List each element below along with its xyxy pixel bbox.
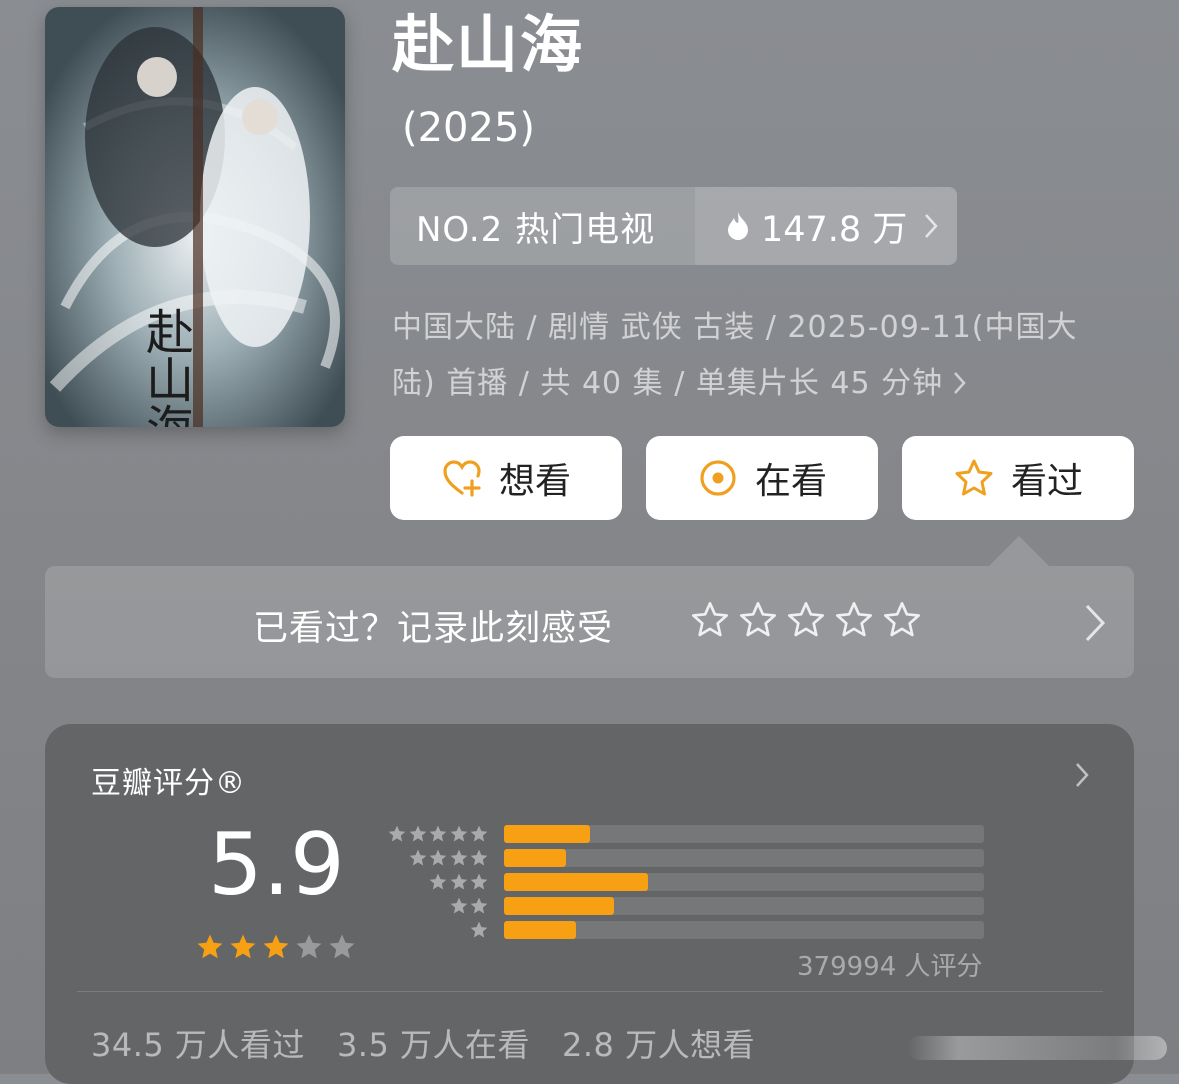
record-prompt: 已看过？记录此刻感受 bbox=[253, 609, 614, 649]
star-outline-icon[interactable] bbox=[834, 600, 874, 640]
star-small-icon bbox=[470, 921, 488, 938]
star-small-icon bbox=[450, 873, 467, 890]
dist-bar bbox=[504, 825, 591, 843]
meta-line-2: 陆) 首播 / 共 40 集 / 单集片长 45 分钟 bbox=[392, 356, 1112, 412]
star-filled-icon bbox=[230, 934, 256, 959]
star-outline-icon bbox=[955, 459, 993, 496]
dist-track bbox=[504, 897, 984, 915]
watching-button[interactable]: 在看 bbox=[646, 436, 878, 520]
rating-dist-row bbox=[385, 872, 985, 892]
star-small-icon bbox=[450, 849, 467, 866]
star-outline-icon[interactable] bbox=[690, 600, 730, 640]
record-feeling-panel[interactable]: 已看过？记录此刻感受 bbox=[45, 566, 1134, 678]
star-small-icon bbox=[450, 897, 467, 914]
watching-label: 在看 bbox=[754, 461, 827, 502]
chevron-right-icon bbox=[954, 372, 966, 394]
star-outline-icon[interactable] bbox=[738, 600, 778, 640]
star-small-icon bbox=[470, 897, 488, 914]
chevron-right-icon[interactable] bbox=[1074, 761, 1090, 789]
divider bbox=[77, 991, 1103, 992]
show-meta[interactable]: 中国大陆 / 剧情 武侠 古装 / 2025-09-11(中国大 陆) 首播 /… bbox=[392, 300, 1112, 412]
rating-header: 豆瓣评分® bbox=[91, 766, 246, 801]
star-small-icon bbox=[450, 825, 467, 842]
rating-dist-row bbox=[385, 896, 985, 916]
star-small-icon bbox=[409, 849, 426, 866]
audience-stats[interactable]: 34.5 万人看过 3.5 万人在看 2.8 万人想看 bbox=[91, 1020, 787, 1066]
dist-track bbox=[504, 921, 984, 939]
dist-bar bbox=[504, 921, 576, 939]
star-small-icon bbox=[409, 825, 426, 842]
popover-pointer bbox=[989, 536, 1049, 566]
meta-line-1: 中国大陆 / 剧情 武侠 古装 / 2025-09-11(中国大 bbox=[392, 310, 1078, 345]
dist-stars bbox=[387, 824, 490, 844]
flame-icon bbox=[728, 212, 748, 240]
poster-image[interactable]: 赴山海 bbox=[45, 7, 345, 427]
star-small-icon bbox=[388, 825, 406, 842]
rating-dist-row bbox=[385, 920, 985, 940]
chevron-right-icon[interactable] bbox=[1084, 603, 1106, 643]
dist-stars bbox=[448, 896, 489, 916]
stat-watched[interactable]: 34.5 万人看过 bbox=[91, 1020, 305, 1066]
star-empty-icon bbox=[296, 934, 322, 959]
chevron-right-icon bbox=[925, 214, 939, 238]
score-stars bbox=[195, 932, 360, 962]
want-button[interactable]: 想看 bbox=[390, 436, 622, 520]
stat-want[interactable]: 2.8 万人想看 bbox=[562, 1020, 755, 1066]
rating-score: 5.9 bbox=[208, 815, 345, 915]
dist-track bbox=[504, 873, 984, 891]
dist-stars bbox=[428, 872, 490, 892]
stat-watching[interactable]: 3.5 万人在看 bbox=[337, 1020, 530, 1066]
heat-button[interactable]: 147.8 万 bbox=[695, 187, 957, 265]
want-label: 想看 bbox=[498, 461, 571, 502]
dist-stars bbox=[407, 848, 489, 868]
star-small-icon bbox=[470, 873, 488, 890]
watched-label: 看过 bbox=[1010, 461, 1083, 502]
star-filled-icon bbox=[197, 934, 223, 959]
rating-stars-input[interactable] bbox=[690, 600, 930, 640]
douban-rating-card[interactable]: 豆瓣评分® 5.9 379994 人评分 34.5 万人看过 3.5 万人在看 … bbox=[45, 724, 1134, 1084]
star-empty-icon bbox=[329, 934, 355, 959]
target-icon bbox=[700, 460, 736, 496]
heat-value: 147.8 万 bbox=[761, 209, 908, 250]
watermark bbox=[907, 1036, 1167, 1060]
poster-calligraphy: 赴山海 bbox=[137, 307, 193, 427]
dist-track bbox=[504, 849, 984, 867]
page-title: 赴山海 bbox=[392, 8, 585, 81]
rating-distribution bbox=[385, 824, 985, 954]
rating-dist-row bbox=[385, 824, 985, 844]
dist-track bbox=[504, 825, 984, 843]
star-filled-icon bbox=[263, 934, 289, 959]
dist-stars bbox=[469, 920, 490, 940]
dist-bar bbox=[504, 897, 615, 915]
rating-dist-row bbox=[385, 848, 985, 868]
star-small-icon bbox=[470, 825, 488, 842]
release-year: (2025) bbox=[402, 105, 536, 151]
rank-bar[interactable]: NO.2 热门电视 147.8 万 bbox=[390, 187, 957, 265]
star-small-icon bbox=[470, 849, 488, 866]
dist-bar bbox=[504, 873, 648, 891]
star-small-icon bbox=[429, 849, 447, 866]
dist-bar bbox=[504, 849, 567, 867]
meta-line-2-text: 陆) 首播 / 共 40 集 / 单集片长 45 分钟 bbox=[392, 366, 944, 401]
star-outline-icon[interactable] bbox=[786, 600, 826, 640]
star-small-icon bbox=[429, 873, 447, 890]
rank-label[interactable]: NO.2 热门电视 bbox=[390, 187, 695, 265]
star-small-icon bbox=[429, 825, 447, 842]
watched-button[interactable]: 看过 bbox=[902, 436, 1134, 520]
star-outline-icon[interactable] bbox=[882, 600, 922, 640]
heart-plus-icon bbox=[443, 460, 481, 497]
rating-count: 379994 人评分 bbox=[797, 952, 983, 982]
